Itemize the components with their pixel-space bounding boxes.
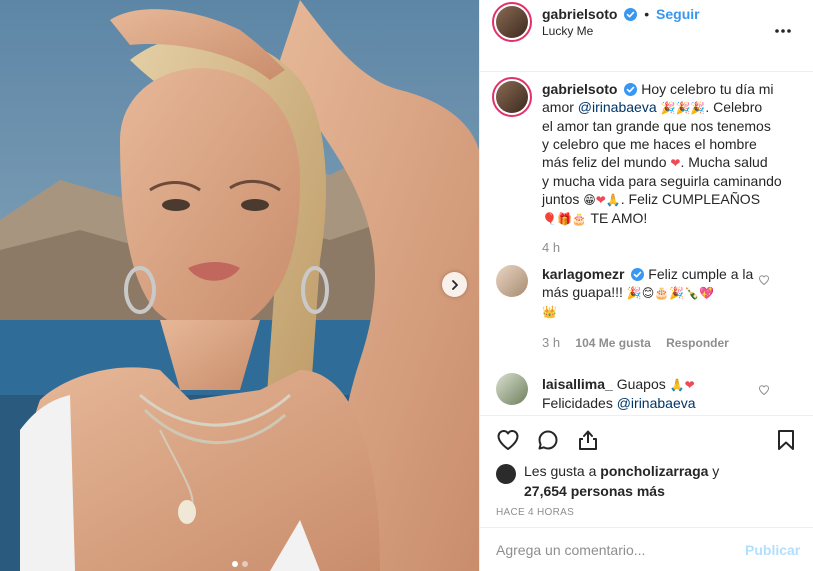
comment-mention[interactable]: @irinabaeva	[617, 395, 696, 411]
author-avatar[interactable]	[496, 6, 528, 38]
post-side-panel: gabrielsoto • Seguir Lucky Me gabrielsot…	[479, 0, 813, 571]
caption-line-2-suffix: . Celebro	[705, 99, 763, 115]
party-popper-icon: 🎉	[626, 286, 642, 300]
add-comment-bar: Publicar	[480, 527, 813, 571]
carousel-next-button[interactable]	[442, 272, 467, 297]
caption-line-3: el amor tan grande que nos tenemos	[542, 118, 771, 134]
caption-line-7-prefix: juntos	[542, 191, 580, 207]
caption-line-4: y celebro que me haces el hombre	[542, 136, 757, 152]
balloon-icon: 🎈	[542, 212, 557, 226]
post-header: gabrielsoto • Seguir Lucky Me	[480, 0, 813, 72]
party-popper-icon: 🎉	[669, 286, 685, 300]
post-time-ago[interactable]: HACE 4 HORAS	[496, 507, 574, 518]
verified-badge-icon	[624, 83, 638, 96]
carousel-dot	[241, 561, 248, 567]
red-heart-icon: ❤	[684, 378, 695, 392]
liker-avatar[interactable]	[496, 464, 516, 484]
praying-hands-icon: 🙏	[605, 193, 621, 207]
verified-badge-icon	[624, 8, 638, 21]
post-actions: Les gusta a poncholizarraga y 27,654 per…	[480, 415, 813, 527]
chevron-right-icon	[451, 279, 458, 290]
post-location[interactable]: Lucky Me	[542, 24, 593, 38]
comment-meta: 3 h 104 Me gusta Responder	[542, 335, 729, 350]
gift-icon: 🎁	[556, 212, 572, 226]
party-popper-icon: 🎉	[675, 101, 691, 115]
comment-username[interactable]: karlagomezr	[542, 266, 624, 282]
comment-time[interactable]: 3 h	[542, 335, 560, 350]
praying-hands-icon: 🙏	[669, 378, 685, 392]
smiling-face-icon: 😊	[641, 286, 655, 300]
header-author-line: gabrielsoto • Seguir	[542, 6, 700, 22]
comment-avatar[interactable]	[496, 265, 528, 297]
more-options-icon[interactable]	[774, 18, 792, 39]
grin-face-icon: 😁	[583, 193, 596, 207]
party-popper-icon: 🎉	[660, 101, 676, 115]
post-photo[interactable]	[0, 0, 479, 571]
comment-input[interactable]	[496, 540, 726, 560]
like-heart-icon[interactable]	[496, 428, 520, 452]
champagne-icon: 🍾	[684, 286, 700, 300]
more-horizontal-icon	[775, 29, 791, 33]
publish-button[interactable]: Publicar	[745, 542, 800, 558]
caption: gabrielsoto Hoy celebro tu día mi amor @…	[542, 80, 802, 228]
verified-badge-icon	[631, 268, 645, 281]
party-popper-icon: 🎉	[690, 101, 706, 115]
likes-suffix: y	[708, 463, 720, 479]
comment-item: karlagomezr Feliz cumple a la más guapa!…	[542, 265, 757, 321]
caption-line-8: TE AMO!	[590, 210, 648, 226]
follow-button[interactable]: Seguir	[656, 6, 700, 22]
caption-time[interactable]: 4 h	[542, 240, 560, 255]
cake-icon: 🎂	[654, 286, 670, 300]
liker-username[interactable]: poncholizarraga	[600, 463, 708, 479]
caption-line-5: más feliz del mundo	[542, 154, 667, 170]
comment-like-icon[interactable]	[758, 384, 770, 396]
comment-text: Guapos	[616, 376, 666, 392]
caption-username[interactable]: gabrielsoto	[542, 81, 617, 97]
carousel-indicator	[0, 561, 479, 567]
crown-icon: 👑	[542, 305, 557, 319]
comments-area[interactable]: gabrielsoto Hoy celebro tu día mi amor @…	[480, 73, 813, 415]
red-heart-icon: ❤	[670, 156, 681, 170]
dot-separator: •	[644, 6, 650, 22]
comment-text-2: Felicidades	[542, 395, 617, 411]
cake-icon: 🎂	[571, 212, 587, 226]
sparkling-heart-icon: 💖	[699, 286, 715, 300]
instagram-post: gabrielsoto • Seguir Lucky Me gabrielsot…	[0, 0, 813, 571]
share-icon[interactable]	[576, 428, 600, 452]
reply-button[interactable]: Responder	[666, 336, 729, 350]
red-heart-icon: ❤	[595, 193, 606, 207]
likes-count[interactable]: 27,654 personas más	[524, 483, 665, 499]
comment-likes[interactable]: 104 Me gusta	[575, 336, 650, 350]
caption-line-7-suffix: . Feliz CUMPLEAÑOS	[620, 191, 761, 207]
caption-mention[interactable]: @irinabaeva	[578, 99, 657, 115]
comment-text: Feliz cumple a la	[648, 266, 754, 282]
caption-line-1: Hoy celebro tu día mi	[641, 81, 774, 97]
comment-username[interactable]: laisallima_	[542, 376, 613, 392]
likes-count-line: 27,654 personas más	[524, 481, 665, 501]
comment-bubble-icon[interactable]	[536, 428, 560, 452]
post-image	[0, 0, 479, 571]
caption-line-5-suffix: . Mucha salud	[680, 154, 768, 170]
likes-prefix: Les gusta a	[524, 463, 601, 479]
caption-avatar[interactable]	[496, 81, 528, 113]
caption-line-2-prefix: amor	[542, 99, 578, 115]
comment-like-icon[interactable]	[758, 274, 770, 286]
comment-text-2: más guapa!!!	[542, 284, 623, 300]
comment-avatar[interactable]	[496, 373, 528, 405]
carousel-dot-active	[231, 561, 238, 567]
caption-line-6: y mucha vida para seguirla caminando	[542, 173, 782, 189]
comment-item: laisallima_ Guapos 🙏❤ Felicidades @irina…	[542, 375, 757, 412]
likes-summary: Les gusta a poncholizarraga y	[524, 461, 719, 481]
author-username[interactable]: gabrielsoto	[542, 6, 617, 22]
bookmark-icon[interactable]	[774, 428, 798, 452]
